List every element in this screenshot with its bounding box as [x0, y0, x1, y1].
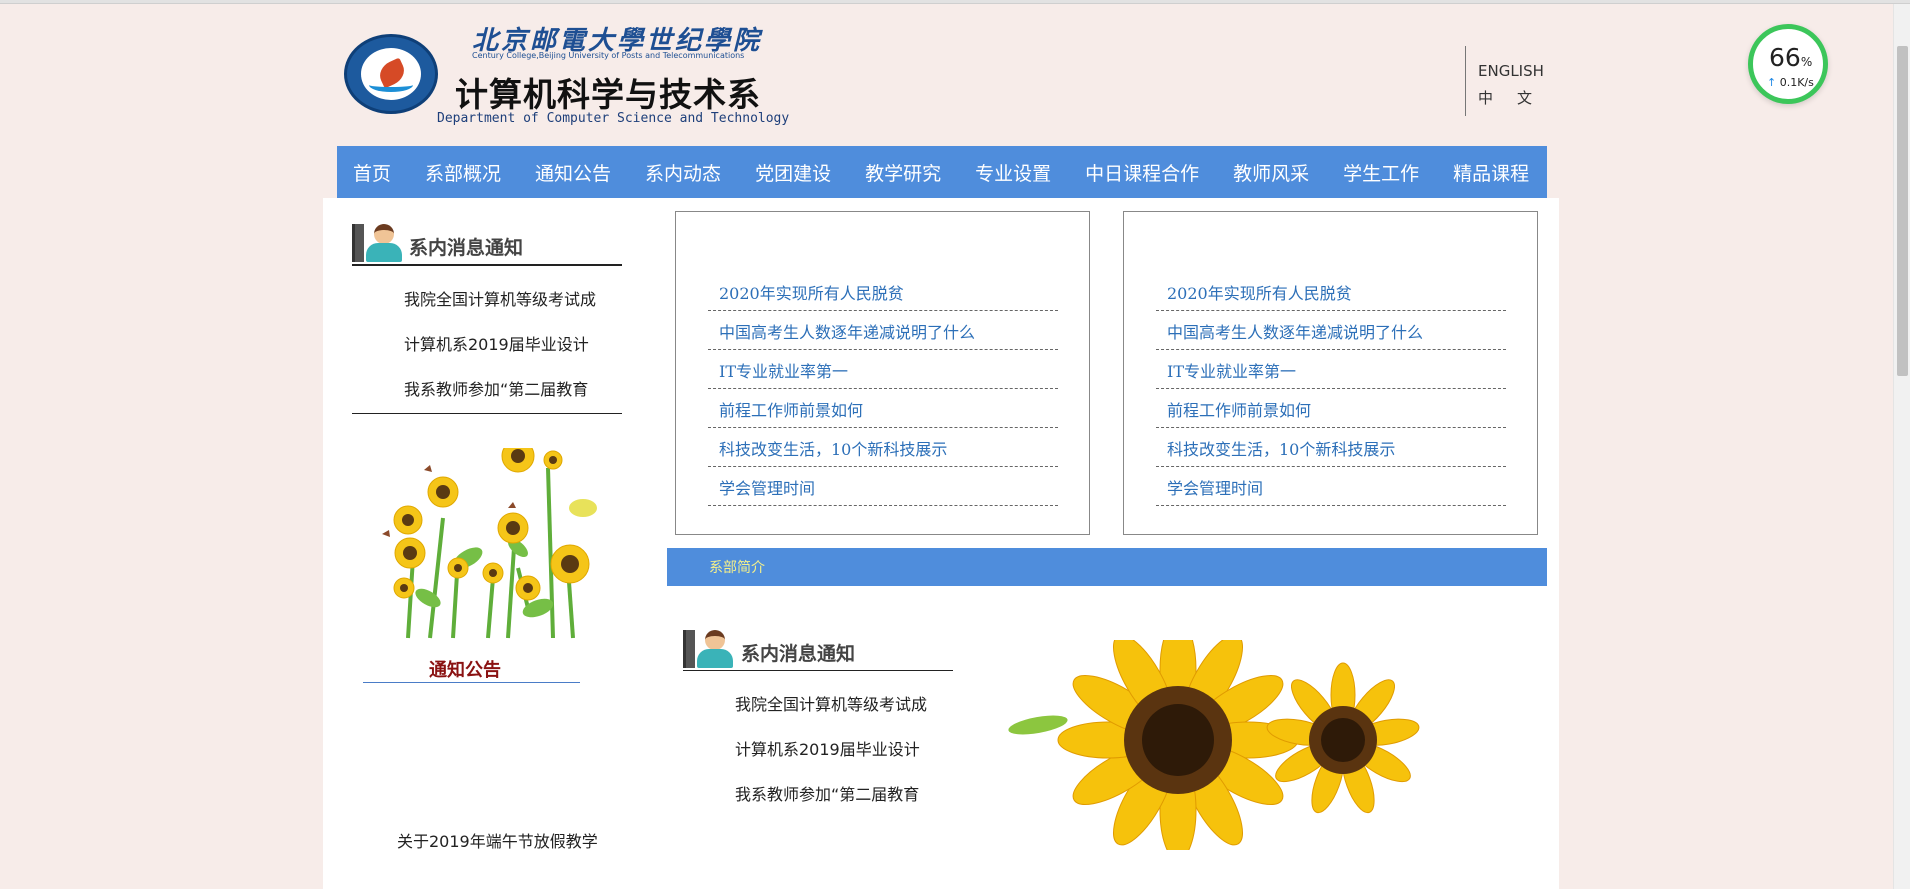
news-link[interactable]: 学会管理时间 [1156, 467, 1506, 506]
news-link[interactable]: 中国高考生人数逐年递减说明了什么 [708, 311, 1058, 350]
speed-percent: 66% [1769, 43, 1812, 72]
left-section-title: 系内消息通知 [409, 237, 524, 259]
center-section-item[interactable]: 我院全国计算机等级考试成 [735, 691, 927, 715]
news-link[interactable]: 科技改变生活，10个新科技展示 [1156, 428, 1506, 467]
left-section-underline [352, 264, 622, 266]
language-chinese-link[interactable]: 中文 [1478, 87, 1556, 108]
department-intro-link[interactable]: 系部简介 [709, 557, 765, 577]
person-body-shape [366, 243, 402, 262]
news-link[interactable]: 前程工作师前景如何 [1156, 389, 1506, 428]
person-head-shape [705, 630, 725, 650]
left-section-item[interactable]: 计算机系2019届毕业设计 [404, 331, 589, 355]
nav-item-china-japan[interactable]: 中日课程合作 [1085, 159, 1199, 186]
nav-item-majors[interactable]: 专业设置 [975, 159, 1051, 186]
notice-section-title: 通知公告 [429, 660, 501, 681]
department-name-cn: 计算机科学与技术系 [455, 75, 761, 114]
reader-icon [683, 628, 735, 668]
news-link[interactable]: 中国高考生人数逐年递减说明了什么 [1156, 311, 1506, 350]
vertical-scrollbar[interactable] [1893, 4, 1910, 889]
person-head-shape [374, 224, 394, 244]
department-intro-bar: 系部简介 [667, 548, 1547, 586]
notice-item[interactable]: 关于2019年端午节放假教学 [397, 828, 598, 852]
center-section-title: 系内消息通知 [741, 643, 856, 665]
left-section-item[interactable]: 我系教师参加“第二届教育 [404, 376, 588, 400]
nav-item-party[interactable]: 党团建设 [755, 159, 831, 186]
center-section-item[interactable]: 我系教师参加“第二届教育 [735, 781, 919, 805]
nav-item-home[interactable]: 首页 [353, 159, 391, 186]
language-english-link[interactable]: ENGLISH [1478, 62, 1544, 80]
nav-item-overview[interactable]: 系部概况 [425, 159, 501, 186]
school-name-en: Century College,Beijing University of Po… [472, 51, 745, 60]
news-link[interactable]: 科技改变生活，10个新科技展示 [708, 428, 1058, 467]
news-link[interactable]: IT专业就业率第一 [1156, 350, 1506, 389]
scrollbar-thumb[interactable] [1897, 46, 1908, 376]
language-divider [1465, 46, 1466, 116]
nav-item-students[interactable]: 学生工作 [1343, 159, 1419, 186]
sunflowers-photo [1008, 640, 1420, 850]
speed-percent-unit: % [1800, 55, 1813, 69]
browser-top-border [0, 0, 1910, 4]
nav-item-news[interactable]: 系内动态 [645, 159, 721, 186]
news-box-left: 2020年实现所有人民脱贫 中国高考生人数逐年递减说明了什么 IT专业就业率第一… [675, 211, 1090, 535]
logo-wave-icon [369, 78, 413, 92]
center-section-underline [683, 670, 953, 671]
speed-percent-value: 66 [1769, 43, 1801, 72]
book-shape [683, 630, 695, 668]
left-section-item[interactable]: 我院全国计算机等级考试成 [404, 286, 596, 310]
news-link[interactable]: 学会管理时间 [708, 467, 1058, 506]
network-speed-widget[interactable]: 66% ↑ 0.1K/s [1748, 24, 1828, 104]
person-body-shape [697, 649, 733, 668]
reader-icon [352, 222, 404, 262]
book-shape [352, 224, 364, 262]
news-link[interactable]: 前程工作师前景如何 [708, 389, 1058, 428]
news-box-right: 2020年实现所有人民脱贫 中国高考生人数逐年递减说明了什么 IT专业就业率第一… [1123, 211, 1538, 535]
news-link[interactable]: IT专业就业率第一 [708, 350, 1058, 389]
speed-rate: ↑ 0.1K/s [1767, 76, 1814, 89]
nav-item-research[interactable]: 教学研究 [865, 159, 941, 186]
logo-emblem [361, 48, 421, 100]
nav-item-teachers[interactable]: 教师风采 [1233, 159, 1309, 186]
center-section-item[interactable]: 计算机系2019届毕业设计 [735, 736, 920, 760]
department-name-en: Department of Computer Science and Techn… [437, 111, 790, 126]
main-nav: 首页 系部概况 通知公告 系内动态 党团建设 教学研究 专业设置 中日课程合作 … [337, 146, 1547, 198]
news-link[interactable]: 2020年实现所有人民脱贫 [708, 272, 1058, 311]
left-section-bottom-line [352, 413, 622, 414]
nav-item-notices[interactable]: 通知公告 [535, 159, 611, 186]
notice-section-underline [363, 682, 580, 683]
nav-item-courses[interactable]: 精品课程 [1453, 159, 1529, 186]
college-logo[interactable] [344, 34, 438, 114]
news-link[interactable]: 2020年实现所有人民脱贫 [1156, 272, 1506, 311]
news-list: 2020年实现所有人民脱贫 中国高考生人数逐年递减说明了什么 IT专业就业率第一… [1156, 272, 1506, 506]
news-list: 2020年实现所有人民脱贫 中国高考生人数逐年递减说明了什么 IT专业就业率第一… [708, 272, 1058, 506]
sunflowers-illustration [382, 448, 597, 639]
speed-rate-value: 0.1K/s [1779, 76, 1814, 89]
upload-arrow-icon: ↑ [1767, 76, 1777, 89]
